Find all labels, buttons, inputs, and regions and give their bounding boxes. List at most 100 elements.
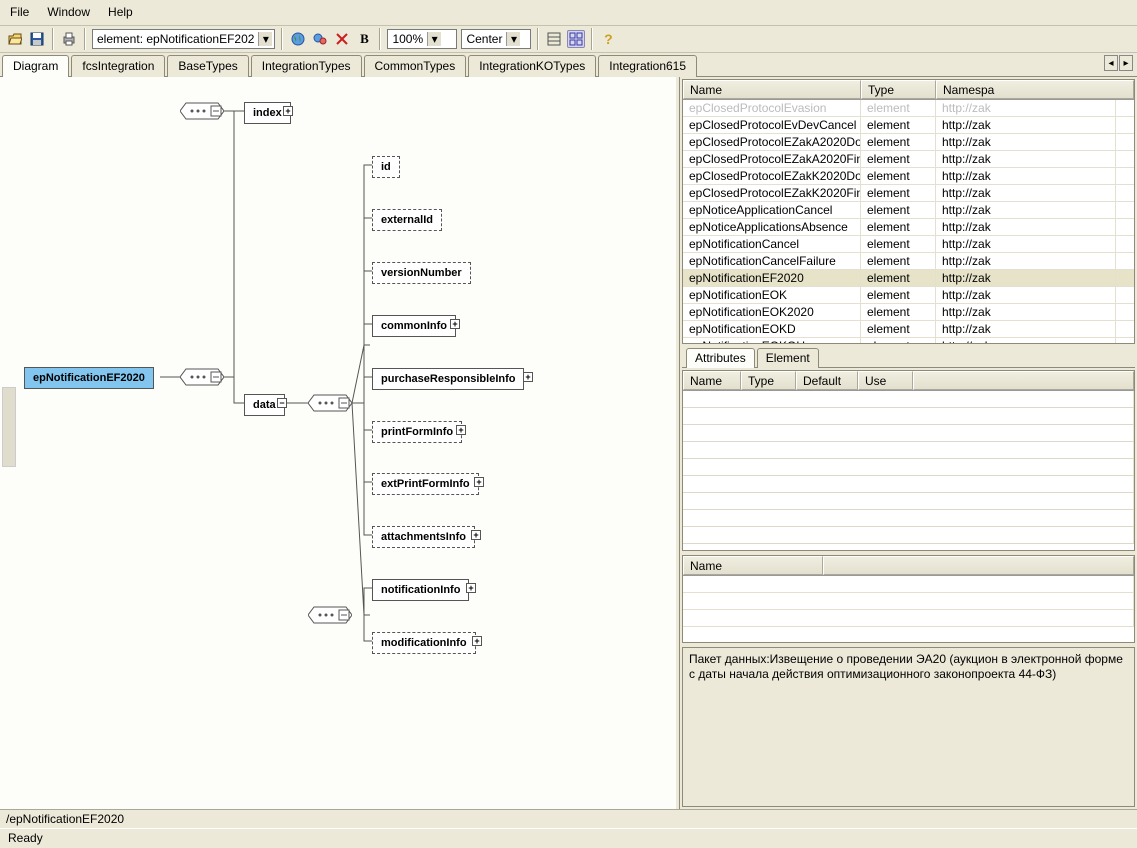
attr-row[interactable] [683, 425, 1134, 442]
delete-icon[interactable] [333, 30, 351, 48]
schema-row[interactable]: epNotificationCancelelementhttp://zak [683, 236, 1134, 253]
col-type[interactable]: Type [861, 80, 936, 99]
menu-file[interactable]: File [10, 5, 29, 19]
schema-row[interactable]: epNotificationEOKelementhttp://zak [683, 287, 1134, 304]
tab-scroll-left[interactable]: ◂ [1104, 55, 1118, 71]
compositor-root[interactable] [180, 367, 224, 387]
compositor-index[interactable] [180, 101, 224, 121]
element-combo-text: element: epNotificationEF202 [97, 32, 254, 46]
align-combo[interactable]: Center▾ [461, 29, 531, 49]
name-grid: Name [682, 555, 1135, 643]
schema-row[interactable]: epNotificationEOKDelementhttp://zak [683, 321, 1134, 338]
globe-icon[interactable] [289, 30, 307, 48]
col-namespace[interactable]: Namespa [936, 80, 1134, 99]
tab-element[interactable]: Element [757, 348, 819, 368]
expand-data[interactable]: − [277, 398, 287, 408]
print-icon[interactable] [60, 30, 78, 48]
attr-row[interactable] [683, 510, 1134, 527]
menu-help[interactable]: Help [108, 5, 133, 19]
node-notificationinfo[interactable]: notificationInfo [372, 579, 469, 601]
name-grid-body[interactable] [683, 576, 1134, 642]
expand-printforminfo[interactable]: + [456, 425, 466, 435]
attr-row[interactable] [683, 408, 1134, 425]
open-icon[interactable] [6, 30, 24, 48]
node-commoninfo[interactable]: commonInfo [372, 315, 456, 337]
tab-attributes[interactable]: Attributes [686, 348, 755, 368]
tab-integration615[interactable]: Integration615 [598, 55, 697, 77]
node-printforminfo[interactable]: printFormInfo [372, 421, 462, 443]
node-purchaseresponsibleinfo[interactable]: purchaseResponsibleInfo [372, 368, 524, 390]
file-tabs: Diagram fcsIntegration BaseTypes Integra… [0, 53, 1137, 77]
globe-multi-icon[interactable] [311, 30, 329, 48]
attr-grid-body[interactable] [683, 391, 1134, 551]
save-icon[interactable] [28, 30, 46, 48]
col-name[interactable]: Name [683, 80, 861, 99]
list-view-icon[interactable] [545, 30, 563, 48]
attr-col-name[interactable]: Name [683, 371, 741, 390]
node-externalid[interactable]: externalId [372, 209, 442, 231]
name-col-blank[interactable] [823, 556, 1134, 575]
name-row[interactable] [683, 576, 1134, 593]
expand-index[interactable]: + [283, 106, 293, 116]
help-icon[interactable]: ? [599, 30, 617, 48]
tab-diagram[interactable]: Diagram [2, 55, 69, 77]
node-extprintforminfo[interactable]: extPrintFormInfo [372, 473, 479, 495]
name-grid-header: Name [683, 556, 1134, 576]
name-row[interactable] [683, 593, 1134, 610]
vertical-scroll-stub[interactable] [2, 387, 16, 467]
bold-icon[interactable]: B [355, 30, 373, 48]
expand-purchaseresponsibleinfo[interactable]: + [523, 372, 533, 382]
expand-commoninfo[interactable]: + [450, 319, 460, 329]
name-col[interactable]: Name [683, 556, 823, 575]
schema-row[interactable]: epClosedProtocolEvasionelementhttp://zak [683, 100, 1134, 117]
schema-row[interactable]: epClosedProtocolEZakA2020Finelementhttp:… [683, 151, 1134, 168]
attr-col-use[interactable]: Use [858, 371, 913, 390]
menu-bar: File Window Help [0, 0, 1137, 26]
schema-row[interactable]: epNotificationEOKOUelementhttp://zak [683, 338, 1134, 343]
attr-row[interactable] [683, 442, 1134, 459]
node-root[interactable]: epNotificationEF2020 [24, 367, 154, 389]
node-id[interactable]: id [372, 156, 400, 178]
attr-col-default[interactable]: Default [796, 371, 858, 390]
schema-grid-body[interactable]: epClosedProtocolEvasionelementhttp://zak… [683, 100, 1134, 343]
tile-view-icon[interactable] [567, 30, 585, 48]
name-row[interactable] [683, 610, 1134, 627]
attr-row[interactable] [683, 476, 1134, 493]
schema-row[interactable]: epClosedProtocolEZakK2020Doelementhttp:/… [683, 168, 1134, 185]
tab-fcsintegration[interactable]: fcsIntegration [71, 55, 165, 77]
expand-modificationinfo[interactable]: + [472, 636, 482, 646]
tab-integrationkotypes[interactable]: IntegrationKOTypes [468, 55, 596, 77]
schema-row[interactable]: epNotificationCancelFailureelementhttp:/… [683, 253, 1134, 270]
node-modificationinfo[interactable]: modificationInfo [372, 632, 476, 654]
node-versionnumber[interactable]: versionNumber [372, 262, 471, 284]
attr-col-type[interactable]: Type [741, 371, 796, 390]
schema-grid-header: Name Type Namespa [683, 80, 1134, 100]
expand-attachmentsinfo[interactable]: + [471, 530, 481, 540]
attr-row[interactable] [683, 459, 1134, 476]
expand-notificationinfo[interactable]: + [466, 583, 476, 593]
tab-commontypes[interactable]: CommonTypes [364, 55, 467, 77]
schema-row[interactable]: epClosedProtocolEvDevCancelelementhttp:/… [683, 117, 1134, 134]
schema-row[interactable]: epClosedProtocolEZakK2020Finelementhttp:… [683, 185, 1134, 202]
expand-extprintforminfo[interactable]: + [474, 477, 484, 487]
schema-row[interactable]: epNotificationEF2020elementhttp://zak [683, 270, 1134, 287]
tab-integrationtypes[interactable]: IntegrationTypes [251, 55, 362, 77]
toolbar: element: epNotificationEF202▾ B 100%▾ Ce… [0, 26, 1137, 54]
attr-row[interactable] [683, 527, 1134, 544]
element-combo[interactable]: element: epNotificationEF202▾ [92, 29, 275, 49]
attr-row[interactable] [683, 391, 1134, 408]
node-attachmentsinfo[interactable]: attachmentsInfo [372, 526, 475, 548]
schema-row[interactable]: epNotificationEOK2020elementhttp://zak [683, 304, 1134, 321]
schema-row[interactable]: epClosedProtocolEZakA2020Doelementhttp:/… [683, 134, 1134, 151]
schema-row[interactable]: epNoticeApplicationsAbsenceelementhttp:/… [683, 219, 1134, 236]
attr-row[interactable] [683, 493, 1134, 510]
compositor-data-tail[interactable] [308, 605, 352, 625]
attr-col-blank[interactable] [913, 371, 1134, 390]
tab-scroll-right[interactable]: ▸ [1119, 55, 1133, 71]
compositor-data[interactable] [308, 393, 352, 413]
schema-row[interactable]: epNoticeApplicationCancelelementhttp://z… [683, 202, 1134, 219]
menu-window[interactable]: Window [47, 5, 90, 19]
diagram-pane[interactable]: epNotificationEF2020 index + data − id e… [0, 77, 679, 810]
zoom-combo[interactable]: 100%▾ [387, 29, 457, 49]
tab-basetypes[interactable]: BaseTypes [167, 55, 248, 77]
